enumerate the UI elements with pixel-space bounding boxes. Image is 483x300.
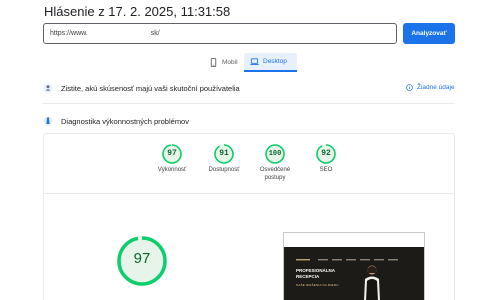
diagnostics-section-header: Diagnostika výkonnostných problémov <box>43 116 189 126</box>
score-label: SEO <box>319 167 333 173</box>
report-title: Hlásenie z 17. 2. 2025, 11:31:58 <box>44 4 231 19</box>
analyze-button[interactable]: Analyzovať <box>403 23 455 44</box>
preview-header <box>284 233 424 247</box>
users-icon <box>43 83 53 93</box>
gauge-accessibility[interactable]: 91 Dostupnosť <box>204 144 244 174</box>
score-label: Dostupnosť <box>208 167 240 173</box>
main-performance-gauge: 97 <box>116 235 168 287</box>
tab-mobile[interactable]: Mobil <box>203 53 244 72</box>
section-divider <box>43 103 455 104</box>
preview-heading: PROFESIONÁLNA RECEPCIA <box>296 268 346 280</box>
person-illustration <box>364 265 380 300</box>
tab-desktop-label: Desktop <box>263 58 287 65</box>
preview-nav-bar <box>296 259 398 261</box>
panel-divider <box>44 193 454 194</box>
no-data-label: Žiadne údaje <box>417 84 455 91</box>
url-suffix: sk/ <box>150 30 160 37</box>
phone-icon <box>210 58 217 67</box>
diagnostics-label: Diagnostika výkonnostných problémov <box>61 116 189 126</box>
no-data-link[interactable]: Žiadne údaje <box>406 84 455 91</box>
gauge-performance[interactable]: 97 Výkonnosť <box>152 144 192 174</box>
crux-label: Zistite, akú skúsenosť majú vaši skutočn… <box>61 83 240 93</box>
gauge-best-practices[interactable]: 100 Osvedčené postupy <box>254 144 296 182</box>
tab-desktop[interactable]: Desktop <box>244 53 297 72</box>
score-value: 92 <box>321 149 331 158</box>
gauge-seo[interactable]: 92 SEO <box>306 144 346 174</box>
url-prefix: https://www. <box>50 30 88 37</box>
laptop-icon <box>250 58 259 65</box>
main-score-value: 97 <box>133 250 151 267</box>
score-value: 91 <box>219 149 229 158</box>
score-label: Osvedčené postupy <box>254 166 296 182</box>
info-icon <box>406 84 413 91</box>
lighthouse-icon <box>43 116 53 126</box>
preview-subtitle: NAŠE RIEŠENIA NA MIERU <box>296 283 339 287</box>
score-label-line2: postupy <box>264 175 286 181</box>
score-value: 97 <box>167 149 177 158</box>
tab-mobile-label: Mobil <box>222 59 238 66</box>
score-value: 100 <box>268 150 282 158</box>
crux-section-header: Zistite, akú skúsenosť majú vaši skutočn… <box>43 83 240 93</box>
preview-heading-line2: RECEPCIA <box>296 274 320 279</box>
page-screenshot-preview: PROFESIONÁLNA RECEPCIA NAŠE RIEŠENIA NA … <box>283 232 425 300</box>
url-value: https://www. sk/ <box>50 30 160 37</box>
score-label: Výkonnosť <box>157 167 187 173</box>
score-label-line1: Osvedčené <box>259 167 291 173</box>
